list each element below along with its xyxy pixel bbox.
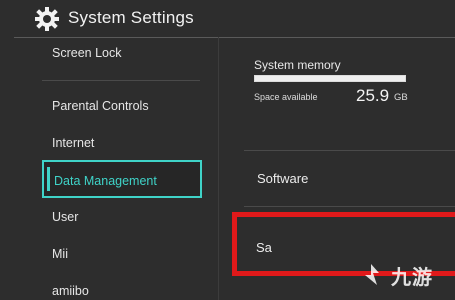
system-memory-label: System memory — [254, 58, 341, 72]
sidebar-item-amiibo[interactable]: amiibo — [52, 284, 89, 298]
content-divider — [218, 37, 219, 300]
software-item[interactable]: Software — [257, 171, 308, 186]
watermark-text: 九游 — [391, 266, 433, 289]
gear-icon — [35, 7, 59, 31]
header-divider — [14, 37, 455, 38]
sidebar-item-screen-lock[interactable]: Screen Lock — [52, 46, 121, 60]
row-divider — [244, 206, 455, 207]
page-title: System Settings — [68, 8, 194, 27]
selection-indicator — [47, 167, 50, 191]
sidebar-item-parental-controls[interactable]: Parental Controls — [52, 99, 149, 113]
sidebar-item-user[interactable]: User — [52, 210, 78, 224]
watermark-icon — [365, 264, 379, 285]
sidebar-item-mii[interactable]: Mii — [52, 247, 68, 261]
sidebar-item-internet[interactable]: Internet — [52, 136, 94, 150]
header-bar: System Settings — [0, 0, 455, 36]
row-divider — [244, 150, 455, 151]
sidebar-item-label: Data Management — [54, 174, 157, 188]
sidebar-divider — [42, 80, 200, 81]
space-available-value: 25.9 — [356, 86, 390, 105]
memory-usage-bar — [254, 75, 406, 82]
space-available-unit: GB — [394, 92, 408, 103]
watermark-logo: 九游 — [357, 256, 449, 294]
space-available-label: Space available — [254, 92, 318, 102]
